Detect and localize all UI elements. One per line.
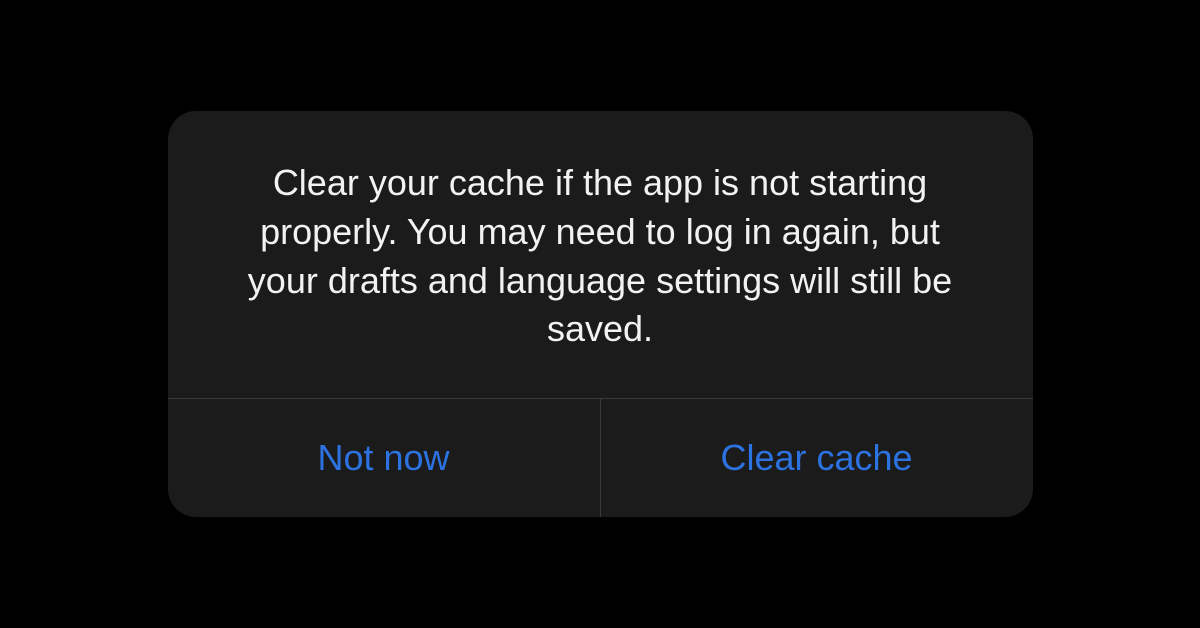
dialog-actions: Not now Clear cache: [168, 398, 1033, 517]
alert-dialog: Clear your cache if the app is not start…: [168, 111, 1033, 516]
not-now-button[interactable]: Not now: [168, 399, 600, 517]
dialog-message: Clear your cache if the app is not start…: [168, 111, 1033, 397]
clear-cache-button[interactable]: Clear cache: [600, 399, 1033, 517]
